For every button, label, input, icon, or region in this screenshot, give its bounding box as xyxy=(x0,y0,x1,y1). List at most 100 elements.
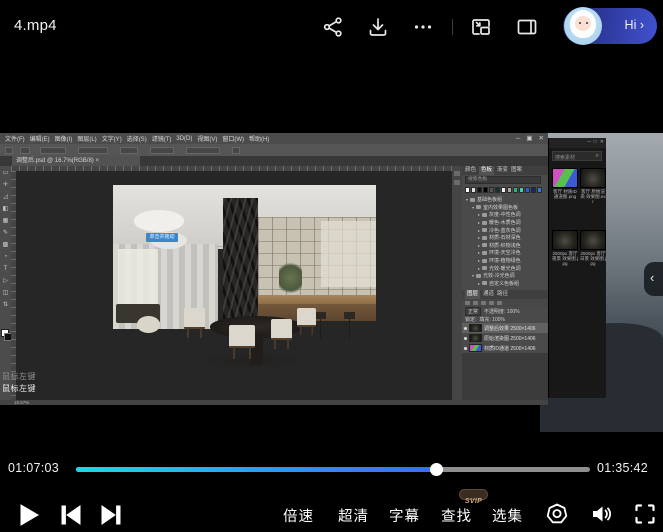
filter-icon xyxy=(473,301,478,305)
blend-mode-row: 正常 不透明度: 100% xyxy=(462,307,548,315)
pic-chair xyxy=(297,308,315,327)
fullscreen-button[interactable] xyxy=(633,502,657,526)
maximize-icon: ▣ xyxy=(526,134,532,143)
settings-icon xyxy=(545,502,569,526)
options-control xyxy=(40,147,66,154)
pic-right-bright xyxy=(321,221,376,287)
progress-knob[interactable] xyxy=(430,463,443,476)
photoshop-menubar: 文件(F) 编辑(E) 图像(I) 图层(L) 文字(Y) 选择(S) 滤镜(T… xyxy=(0,133,548,144)
swatch xyxy=(501,187,506,193)
more-button[interactable] xyxy=(412,16,434,38)
swatch xyxy=(483,187,488,193)
progress-bar[interactable] xyxy=(76,467,590,472)
zoom-level: 16.67% xyxy=(14,400,29,405)
share-button[interactable] xyxy=(322,16,344,38)
visibility-eye-icon xyxy=(464,337,467,340)
pic-chair xyxy=(271,319,292,340)
menu-filter: 滤镜(T) xyxy=(152,134,172,143)
photoshop-status-bar: 16.67% xyxy=(0,400,548,405)
pic-stool xyxy=(316,312,327,318)
find-button[interactable]: 查找 xyxy=(441,505,472,526)
options-control xyxy=(78,147,108,154)
volume-button[interactable] xyxy=(589,502,613,526)
avatar-eye xyxy=(579,22,581,24)
photoshop-window-controls: ─ ▣ ✕ xyxy=(516,134,544,143)
download-button[interactable] xyxy=(367,16,389,38)
layer-row: 调整后效果 2500×1406 xyxy=(462,323,548,333)
visibility-eye-icon xyxy=(464,327,467,330)
shape-tool-icon: ▷ xyxy=(3,278,8,284)
swatch xyxy=(507,187,512,193)
options-control xyxy=(20,147,30,154)
swatch xyxy=(477,187,482,193)
subtitles-button[interactable]: 字幕 xyxy=(389,505,420,526)
swatch xyxy=(495,187,500,193)
asset-thumbnail xyxy=(552,168,578,188)
previous-button[interactable] xyxy=(60,505,82,530)
pic-stone-column xyxy=(223,198,257,319)
speed-button[interactable]: 倍速 xyxy=(283,505,314,526)
minimize-icon: ─ xyxy=(587,138,591,147)
asset-item: 客厅 原始渲染 效果图.exr xyxy=(580,168,606,204)
options-control xyxy=(120,147,138,154)
download-icon xyxy=(367,16,389,38)
svip-badge: SVIP xyxy=(459,489,488,500)
picture-in-picture-button[interactable] xyxy=(470,16,492,38)
chevron-left-icon: ‹ xyxy=(650,270,654,285)
widescreen-button[interactable] xyxy=(516,16,538,38)
lock-row: 锁定: 填充: 100% xyxy=(462,315,548,323)
crop-tool-icon: ◧ xyxy=(3,206,9,212)
options-control xyxy=(232,147,240,154)
dodge-tool-icon: ◔ xyxy=(4,254,8,260)
keystroke-overlay-line: 鼠标左键 xyxy=(2,383,36,394)
marquee-tool-icon: ✛ xyxy=(3,182,8,188)
filter-icon xyxy=(481,301,486,305)
previous-icon xyxy=(60,505,82,525)
video-title: 4.mp4 xyxy=(14,17,57,34)
menu-type: 文字(Y) xyxy=(102,134,122,143)
widescreen-icon xyxy=(516,16,538,38)
asset-search-field: 搜索素材 ⌕ xyxy=(552,151,602,161)
menu-select: 选择(S) xyxy=(127,134,147,143)
filter-icon xyxy=(465,301,470,305)
quality-button[interactable]: 超清 xyxy=(338,505,369,526)
asset-search-placeholder: 搜索素材 xyxy=(555,154,575,161)
progress-fill xyxy=(76,467,436,472)
episodes-button[interactable]: 选集 xyxy=(492,505,523,526)
fill-field: 填充: 100% xyxy=(479,316,505,323)
video-player-window: 4.mp4 xyxy=(0,0,663,532)
play-button[interactable] xyxy=(18,503,40,532)
layer-row: 材质ID通道 2500×1406 xyxy=(462,343,548,353)
lock-label: 锁定: xyxy=(465,316,476,323)
avatar-face xyxy=(575,16,591,31)
account-button[interactable]: Hi › xyxy=(563,8,657,44)
layer-thumbnail xyxy=(469,334,482,342)
swatches-panel-tabs: 颜色 色板 渐变 图案 xyxy=(462,166,548,175)
pic-plant xyxy=(279,261,303,295)
tab-swatches: 色板 xyxy=(479,166,494,175)
swatch-row xyxy=(465,187,545,194)
search-icon: ⌕ xyxy=(596,153,599,160)
pic-bar-counter xyxy=(258,295,376,303)
swatch xyxy=(537,187,542,193)
next-icon xyxy=(100,505,122,525)
total-time: 01:35:42 xyxy=(597,461,648,475)
settings-button[interactable] xyxy=(545,502,569,526)
photoshop-panels: 颜色 色板 渐变 图案 搜索色板 xyxy=(462,166,548,400)
tab-layers: 图层 xyxy=(465,290,480,299)
next-button[interactable] xyxy=(100,505,122,530)
swatches-search-field: 搜索色板 xyxy=(465,176,541,184)
options-tool-icon xyxy=(5,147,13,154)
menu-file: 文件(F) xyxy=(5,134,25,143)
asset-item: 2500px 客厅 夜景 效果图.jpg xyxy=(552,230,578,266)
interior-render-image xyxy=(113,185,376,397)
swatch xyxy=(465,187,470,193)
account-label: Hi › xyxy=(625,18,644,32)
menu-edit: 编辑(E) xyxy=(30,134,50,143)
share-icon xyxy=(322,16,344,38)
menu-layer: 图层(L) xyxy=(77,134,96,143)
swatch xyxy=(525,187,530,193)
pic-stool xyxy=(344,312,355,318)
minimize-icon: ─ xyxy=(516,134,521,143)
video-surface[interactable]: 文件(F) 编辑(E) 图像(I) 图层(L) 文字(Y) 选择(S) 滤镜(T… xyxy=(0,96,663,432)
